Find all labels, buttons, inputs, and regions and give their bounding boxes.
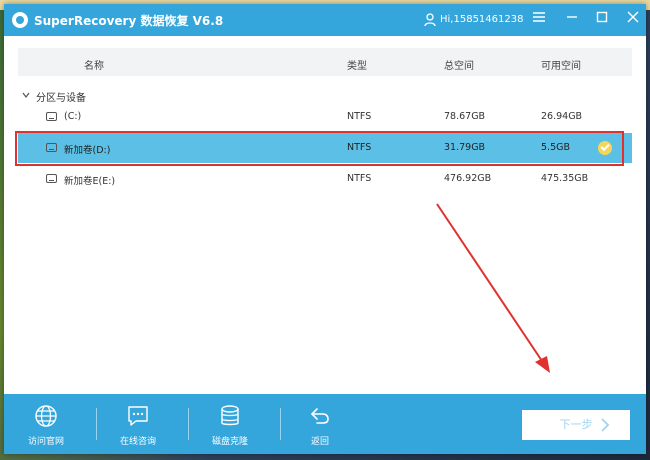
next-step-button[interactable]: 下一步	[522, 410, 630, 440]
back-label: 返回	[310, 437, 329, 447]
app-window: SuperRecovery 数据恢复 V6.8 Hi,15851461238 名…	[4, 4, 646, 454]
online-consult-label: 在线咨询	[119, 437, 156, 447]
disk-clone-button[interactable]: 磁盘克隆	[200, 404, 260, 447]
online-consult-button[interactable]: 在线咨询	[108, 404, 168, 447]
chevron-right-icon	[600, 410, 610, 450]
chat-icon	[128, 406, 148, 426]
globe-icon	[35, 405, 57, 427]
footer-divider	[96, 408, 97, 440]
visit-website-button[interactable]: 访问官网	[16, 404, 76, 447]
database-icon	[221, 405, 239, 426]
footer-divider	[280, 408, 281, 440]
visit-website-label: 访问官网	[27, 437, 64, 447]
footer-divider	[188, 408, 189, 440]
next-step-label: 下一步	[559, 418, 593, 431]
disk-clone-label: 磁盘克隆	[211, 437, 248, 447]
back-icon	[311, 408, 329, 424]
footer-toolbar: 访问官网 在线咨询 磁盘克隆 返回 下一步	[4, 394, 646, 454]
annotation-arrow	[436, 203, 550, 373]
back-button[interactable]: 返回	[290, 404, 350, 447]
